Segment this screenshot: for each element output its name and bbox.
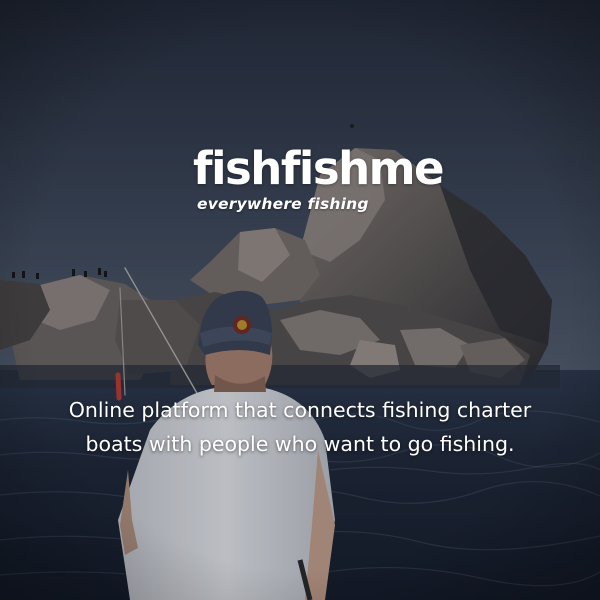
brand-name: fishfishme [193, 142, 445, 195]
vignette [0, 0, 600, 600]
background-photo [0, 0, 600, 600]
description: Online platform that connects fishing ch… [20, 393, 580, 461]
description-line-1: Online platform that connects fishing ch… [68, 398, 532, 422]
brand-logo[interactable]: fishfishme everywhere fishing [0, 143, 600, 223]
description-line-2: boats with people who want to go fishing… [85, 432, 515, 456]
hero-banner: fishfishme everywhere fishing Online pla… [0, 0, 600, 600]
brand-tagline: everywhere fishing [197, 195, 369, 213]
